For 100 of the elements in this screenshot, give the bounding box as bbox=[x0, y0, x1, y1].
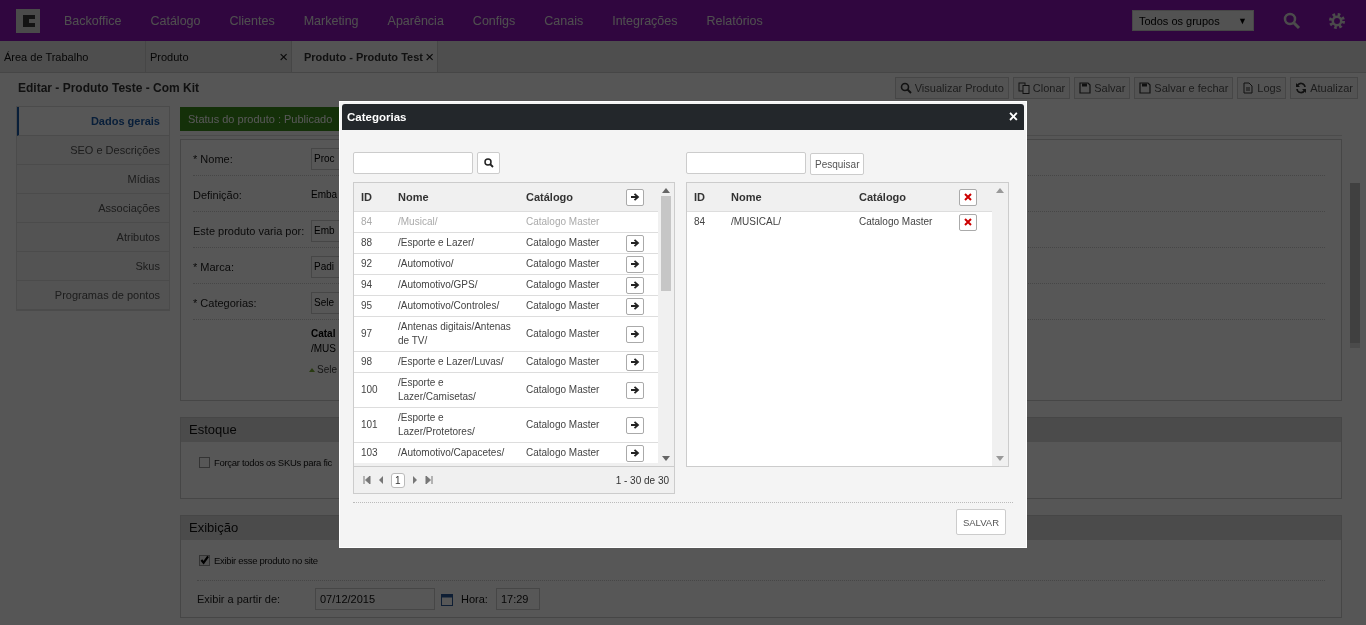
table-cell: /Esporte e Lazer/Luvas/ bbox=[391, 351, 519, 373]
checkbox-label: Exibir esse produto no site bbox=[214, 554, 318, 566]
table-cell: /Musical/ bbox=[391, 211, 519, 233]
last-page-icon[interactable] bbox=[424, 476, 433, 484]
nav-menu-item[interactable]: Catálogo bbox=[150, 13, 201, 28]
checkbox[interactable] bbox=[199, 456, 210, 468]
field-label: * Marca: bbox=[193, 260, 235, 273]
page-number[interactable]: 1 bbox=[391, 472, 405, 488]
arrow-right-icon bbox=[629, 385, 640, 395]
search-icon bbox=[899, 82, 912, 94]
remove-all-button[interactable] bbox=[959, 188, 977, 206]
nav-menu-item[interactable]: Marketing bbox=[303, 13, 359, 28]
checkbox[interactable] bbox=[199, 554, 210, 566]
arrow-right-icon bbox=[629, 280, 640, 290]
add-button[interactable] bbox=[625, 255, 644, 273]
logo-icon[interactable] bbox=[16, 8, 40, 33]
nav-menu-item[interactable]: Backoffice bbox=[64, 13, 122, 28]
group-select[interactable]: Todos os grupos ▼ bbox=[1132, 10, 1254, 31]
nav-menu-item[interactable]: Configs bbox=[472, 13, 516, 28]
table-cell: 88 bbox=[354, 232, 391, 254]
arrow-right-icon bbox=[629, 192, 640, 202]
previous-page-icon[interactable] bbox=[378, 476, 384, 484]
arrow-right-icon bbox=[629, 329, 640, 339]
search-button[interactable] bbox=[477, 152, 500, 174]
table-cell: Catalogo Master bbox=[519, 211, 611, 233]
next-page-icon[interactable] bbox=[411, 476, 418, 484]
remove-icon bbox=[964, 193, 972, 201]
tab[interactable]: Área de Trabalho bbox=[0, 41, 146, 72]
table-cell: Catalogo Master bbox=[519, 274, 611, 296]
arrow-right-icon bbox=[629, 301, 640, 311]
scroll-up-icon[interactable] bbox=[996, 188, 1004, 193]
search-field[interactable] bbox=[353, 152, 473, 174]
table-cell: /Antenas digitais/Antenas de TV/ bbox=[391, 316, 519, 352]
field-label: * Nome: bbox=[193, 152, 234, 165]
close-icon[interactable]: × bbox=[1008, 108, 1018, 126]
first-page-icon[interactable] bbox=[363, 476, 371, 484]
table-cell: /Automotivo/Capacetes/ bbox=[391, 442, 519, 463]
field-value: Emba bbox=[311, 189, 338, 200]
add-all-button[interactable] bbox=[625, 188, 644, 206]
search-button[interactable]: Pesquisar bbox=[810, 153, 865, 175]
remove-button[interactable] bbox=[959, 213, 977, 231]
catalog-heading: Catal bbox=[311, 328, 336, 339]
save-button[interactable]: SALVAR bbox=[955, 509, 1006, 535]
time-field[interactable]: 17:29 bbox=[495, 588, 540, 610]
nav-menu-item[interactable]: Integrações bbox=[612, 13, 678, 28]
table-cell: 92 bbox=[354, 253, 391, 275]
document-icon bbox=[1242, 82, 1255, 94]
nav-menu-item[interactable]: Canais bbox=[544, 13, 584, 28]
table-cell: 100 bbox=[354, 372, 391, 408]
add-button[interactable] bbox=[625, 353, 644, 371]
remove-icon bbox=[964, 218, 972, 226]
calendar-icon[interactable] bbox=[441, 592, 453, 606]
add-button[interactable] bbox=[625, 416, 644, 434]
pager-summary: 1 - 30 de 30 bbox=[615, 474, 669, 486]
field-label: Definição: bbox=[193, 188, 243, 201]
nav-menu-item[interactable]: Aparência bbox=[387, 13, 444, 28]
table-cell: /Esporte e Lazer/Protetores/ bbox=[391, 407, 519, 443]
add-button[interactable] bbox=[625, 234, 644, 252]
column-header: ID bbox=[687, 183, 724, 212]
date-field[interactable]: 07/12/2015 bbox=[315, 588, 435, 610]
table-cell: /Automotivo/GPS/ bbox=[391, 274, 519, 296]
table-cell: 98 bbox=[354, 351, 391, 373]
search-icon bbox=[483, 158, 494, 168]
table-cell: Catalogo Master bbox=[519, 232, 611, 254]
scrollbar-thumb[interactable] bbox=[661, 196, 671, 291]
table-cell: 97 bbox=[354, 316, 391, 352]
scroll-down-icon[interactable] bbox=[996, 456, 1004, 461]
refresh-icon bbox=[1295, 82, 1308, 94]
table-cell: Catalogo Master bbox=[519, 407, 611, 443]
hint-text: Sele bbox=[317, 364, 337, 375]
add-button[interactable] bbox=[625, 276, 644, 294]
sidebar-item[interactable]: Dados gerais bbox=[17, 107, 169, 136]
scroll-down-icon[interactable] bbox=[662, 456, 670, 461]
close-icon[interactable]: × bbox=[425, 48, 434, 65]
table-cell: 94 bbox=[354, 274, 391, 296]
table-cell: /Automotivo/Controles/ bbox=[391, 295, 519, 317]
modal-title: Categorias bbox=[347, 111, 408, 123]
copy-icon bbox=[1017, 82, 1030, 94]
status-button[interactable]: Status do produto : Publicado bbox=[180, 107, 341, 131]
arrow-right-icon bbox=[629, 238, 640, 248]
column-header: Catálogo bbox=[852, 183, 944, 212]
close-icon[interactable]: × bbox=[279, 48, 288, 65]
table-cell: Catalogo Master bbox=[519, 372, 611, 408]
search-field[interactable] bbox=[686, 152, 806, 174]
nav-menu-item[interactable]: Clientes bbox=[229, 13, 275, 28]
table-cell: /Automotivo/ bbox=[391, 253, 519, 275]
add-button[interactable] bbox=[625, 381, 644, 399]
nav-menu-item[interactable]: Relatórios bbox=[706, 13, 763, 28]
tab[interactable]: Produto - Produto Test× bbox=[292, 41, 438, 72]
settings-icon[interactable] bbox=[1328, 11, 1346, 30]
add-button[interactable] bbox=[625, 444, 644, 462]
search-icon[interactable] bbox=[1283, 11, 1301, 30]
scroll-up-icon[interactable] bbox=[662, 188, 670, 193]
add-button[interactable] bbox=[625, 325, 644, 343]
table-cell: 95 bbox=[354, 295, 391, 317]
table-cell: Catalogo Master bbox=[519, 351, 611, 373]
arrow-right-icon bbox=[629, 259, 640, 269]
field-label: Este produto varia por: bbox=[193, 224, 306, 237]
add-button[interactable] bbox=[625, 297, 644, 315]
category-path: /MUS bbox=[311, 343, 336, 354]
